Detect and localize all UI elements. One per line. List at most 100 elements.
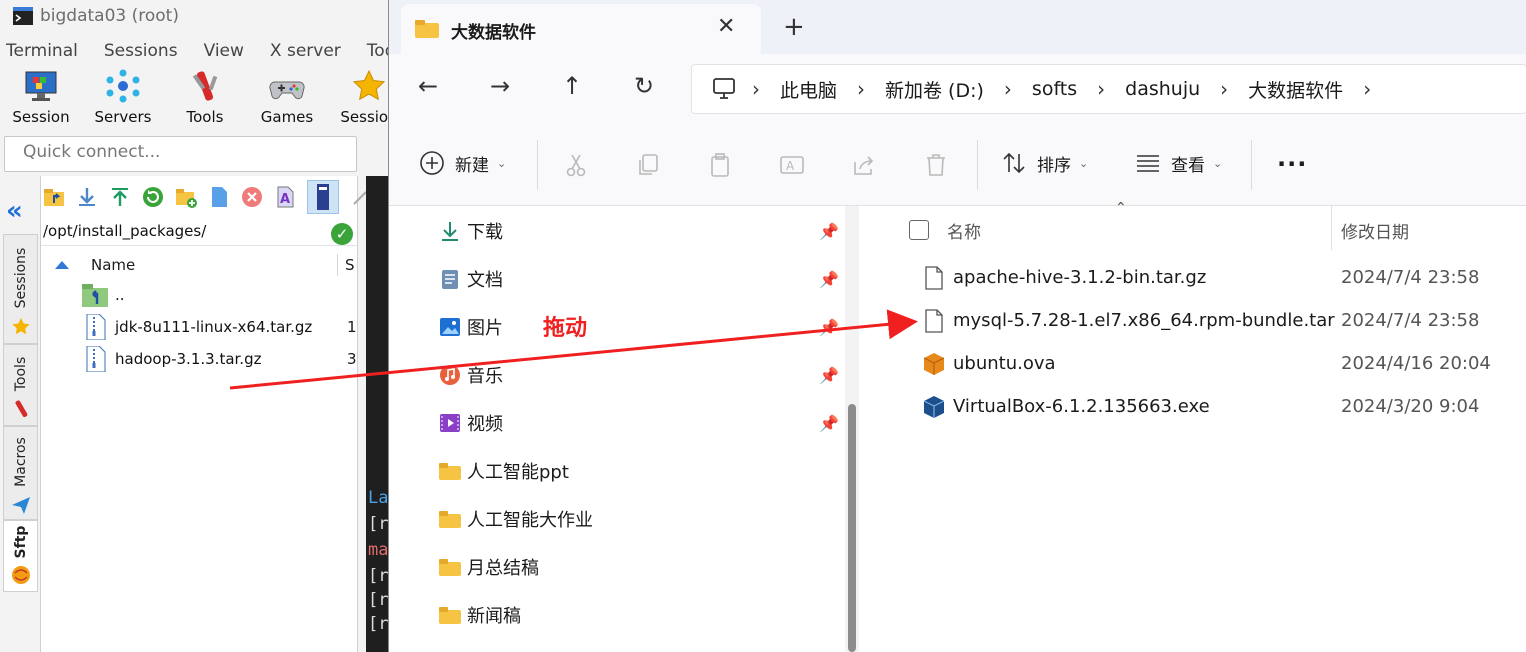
back-arrow-icon[interactable]: ← [413,72,443,100]
forward-arrow-icon[interactable]: → [485,72,515,100]
collapse-sidebar-icon[interactable]: « [6,196,23,226]
nav-scrollbar[interactable] [845,206,859,652]
sftp-path-bar[interactable]: /opt/install_packages/ ✓ [41,220,358,246]
pin-icon[interactable]: 📌 [819,270,839,289]
download-icon [439,220,461,242]
nav-item-downloads[interactable]: 下载 [439,216,503,246]
side-tab-sessions[interactable]: Sessions [3,234,38,344]
svg-text:A: A [786,159,795,173]
new-file-icon[interactable] [208,186,230,208]
pin-icon[interactable]: 📌 [819,222,839,241]
sftp-row-parent[interactable]: .. [41,280,358,310]
close-tab-icon[interactable]: ✕ [717,14,735,39]
column-header-date[interactable]: 修改日期 [1341,218,1409,243]
sort-button[interactable]: 排序 ⌄ [1001,150,1088,176]
paste-icon[interactable] [707,152,733,178]
breadcrumb-current[interactable]: 大数据软件 [1248,76,1343,103]
sftp-row-jdk[interactable]: jdk-8u111-linux-x64.tar.gz 1 [41,312,358,342]
download-icon[interactable] [76,186,98,208]
nav-item-pictures[interactable]: 图片 [439,312,503,342]
quick-connect-input[interactable]: Quick connect... [4,136,357,172]
nav-item-documents[interactable]: 文档 [439,264,503,294]
sftp-row-hadoop[interactable]: hadoop-3.1.3.tar.gz 3 [41,344,358,374]
column-divider[interactable] [1331,206,1332,250]
nav-item-label: 下载 [467,222,503,243]
virtualbox-exe-icon [923,395,945,419]
pin-icon[interactable]: 📌 [819,414,839,433]
pin-icon[interactable]: 📌 [819,318,839,337]
column-size[interactable]: S [345,256,355,274]
nav-item-folder-ai-ppt[interactable]: 人工智能ppt [439,456,569,486]
file-row-hive[interactable]: apache-hive-3.1.2-bin.tar.gz 2024/7/4 23… [869,258,1526,298]
chevron-right-icon[interactable]: › [1097,77,1105,101]
menu-sessions[interactable]: Sessions [104,41,178,61]
chevron-right-icon[interactable]: › [857,77,865,101]
breadcrumb-this-pc[interactable]: 此电脑 [780,76,837,103]
side-tab-macros[interactable]: Macros [3,426,38,520]
chevron-down-icon: ⌄ [1079,156,1089,170]
chevron-right-icon[interactable]: › [752,77,760,101]
file-row-virtualbox[interactable]: VirtualBox-6.1.2.135663.exe 2024/3/20 9:… [869,387,1526,427]
sftp-path[interactable]: /opt/install_packages/ [43,222,206,240]
terminal-pane[interactable]: La [r ma [r [r [r [366,176,388,652]
parent-folder-icon[interactable] [43,186,65,208]
new-folder-icon[interactable] [175,186,197,208]
file-row-mysql[interactable]: mysql-5.7.28-1.el7.x86_64.rpm-bundle.tar… [869,301,1526,341]
breadcrumb-softs[interactable]: softs [1032,78,1077,100]
chevron-right-icon[interactable]: › [1363,77,1371,101]
up-arrow-icon[interactable]: ↑ [557,72,587,100]
nav-item-videos[interactable]: 视频 [439,408,503,438]
select-all-checkbox[interactable] [909,220,929,240]
chevron-down-icon: ⌄ [1213,156,1223,170]
refresh-icon[interactable]: ↻ [629,72,659,100]
refresh-icon[interactable] [142,186,164,208]
menu-x-server[interactable]: X server [270,41,341,61]
delete-icon[interactable] [241,186,263,208]
breadcrumb-drive-d[interactable]: 新加卷 (D:) [885,76,984,103]
column-header-name[interactable]: 名称 [947,218,981,243]
session-button[interactable]: Session [0,68,82,132]
new-button[interactable]: 新建 ⌄ [419,150,506,176]
cut-icon[interactable] [563,152,589,178]
share-icon[interactable] [851,152,877,178]
sftp-column-header: Name S [41,254,358,276]
new-tab-icon[interactable]: + [783,12,805,42]
menu-terminal[interactable]: Terminal [6,41,78,61]
menu-view[interactable]: View [204,41,244,61]
servers-button[interactable]: Servers [82,68,164,132]
more-options-button[interactable]: ... [1277,144,1307,172]
pin-icon[interactable]: 📌 [819,366,839,385]
sort-ascending-icon[interactable] [55,261,69,269]
nav-item-music[interactable]: 音乐 [439,360,503,390]
sessions-star-button[interactable]: Session [328,68,388,132]
delete-icon[interactable] [923,152,949,178]
rename-icon[interactable]: A [274,186,296,208]
nav-item-folder-monthly-summary[interactable]: 月总结稿 [439,552,539,582]
file-date: 2024/7/4 23:58 [1341,310,1480,331]
upload-icon[interactable] [109,186,131,208]
file-date: 2024/3/20 9:04 [1341,396,1480,417]
side-tab-sftp[interactable]: Sftp [3,520,38,592]
file-row-ubuntu[interactable]: ubuntu.ova 2024/4/16 20:04 [869,344,1526,384]
nav-item-folder-ai-homework[interactable]: 人工智能大作业 [439,504,593,534]
terminal-view-icon[interactable] [307,180,339,214]
file-date: 2024/4/16 20:04 [1341,353,1491,374]
nav-item-folder-news[interactable]: 新闻稿 [439,600,521,630]
breadcrumb-dashuju[interactable]: dashuju [1125,78,1200,100]
rename-icon[interactable]: A [779,152,805,178]
games-button[interactable]: Games [246,68,328,132]
explorer-tabbar: 大数据软件 ✕ + [389,0,1526,54]
chevron-right-icon[interactable]: › [1004,77,1012,101]
copy-icon[interactable] [635,152,661,178]
column-name[interactable]: Name [91,256,135,274]
tools-button[interactable]: Tools [164,68,246,132]
explorer-tab[interactable]: 大数据软件 ✕ [401,4,761,54]
address-bar[interactable]: › 此电脑 › 新加卷 (D:) › softs › dashuju › 大数据… [691,64,1526,114]
explorer-navbar: ← → ↑ ↻ › 此电脑 › 新加卷 (D:) › softs › dashu… [389,54,1526,124]
view-button[interactable]: 查看 ⌄ [1135,150,1222,176]
chevron-right-icon[interactable]: › [1220,77,1228,101]
side-tab-tools[interactable]: Tools [3,344,38,426]
scrollbar-thumb[interactable] [848,404,856,652]
check-icon[interactable]: ✓ [331,223,353,245]
pictures-icon [439,316,461,338]
